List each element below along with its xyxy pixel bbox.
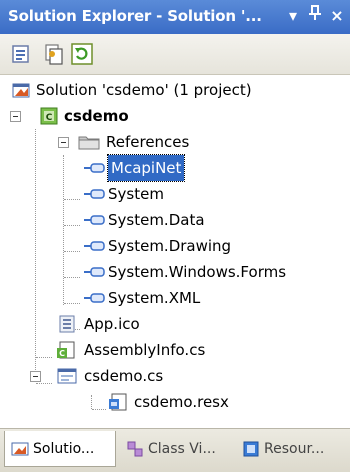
reference-label: System.Data [108,211,205,229]
class-view-icon [127,441,143,457]
auto-hide-pin-icon[interactable] [304,5,326,27]
collapse-toggle[interactable] [30,371,41,382]
tree-item-references[interactable]: References [0,129,350,155]
reference-icon [84,241,105,251]
svg-text:C: C [46,113,53,123]
show-all-files-button[interactable] [42,42,66,66]
reference-item[interactable]: McapiNet [0,154,350,182]
toolbar [0,34,350,75]
icon-file-icon [59,315,75,333]
reference-icon [84,189,105,199]
reference-label: McapiNet [106,154,186,182]
show-all-files-icon [45,44,63,65]
reference-item[interactable]: System.Drawing [0,233,350,259]
resource-view-icon [243,441,259,457]
file-label: AssemblyInfo.cs [84,341,206,359]
file-label: csdemo.cs [84,367,164,385]
reference-icon [84,215,105,225]
tab-label: Resour... [264,441,325,457]
tab-label: Class Vi... [148,441,216,457]
solution-label: Solution 'csdemo' (1 project) [36,81,252,99]
solution-explorer-window: Solution Explorer - Solution '... ▾ × So… [0,0,350,472]
project-label: csdemo [64,107,129,125]
reference-icon [84,293,105,303]
folder-icon [78,136,100,150]
close-button[interactable]: × [326,5,348,27]
window-position-dropdown[interactable]: ▾ [282,5,304,27]
file-label: csdemo.resx [134,393,229,411]
reference-item[interactable]: System.XML [0,285,350,311]
tab-solution-explorer[interactable]: Solutio... [4,431,116,467]
reference-label: System.Windows.Forms [108,263,287,281]
file-item-app-ico[interactable]: App.ico [0,311,350,337]
tab-class-view[interactable]: Class Vi... [120,431,232,467]
tree-item-project[interactable]: C csdemo [0,103,350,129]
reference-label: System [108,185,164,203]
collapse-toggle[interactable] [10,111,21,122]
reference-item[interactable]: System.Windows.Forms [0,259,350,285]
reference-label: System.XML [108,289,201,307]
title-bar: Solution Explorer - Solution '... ▾ × [0,0,350,34]
resx-file-icon [109,393,127,411]
reference-item[interactable]: System.Data [0,207,350,233]
tab-label: Solutio... [33,441,95,457]
csharp-project-icon: C [40,107,58,125]
file-item-csdemo-resx[interactable]: csdemo.resx [0,389,350,415]
tab-resource-view[interactable]: Resour... [236,431,348,467]
file-item-csdemo-cs[interactable]: csdemo.cs [0,363,350,389]
properties-icon [12,45,29,63]
solution-explorer-icon [11,442,29,456]
refresh-button[interactable] [70,42,94,66]
properties-button[interactable] [10,42,34,66]
reference-item[interactable]: System [0,181,350,207]
window-title: Solution Explorer - Solution '... [8,7,262,25]
collapse-toggle[interactable] [58,137,69,148]
bottom-tab-strip: Solutio... Class Vi... Resour... [0,428,350,472]
svg-text:C: C [59,349,65,358]
form-file-icon [57,368,77,384]
solution-icon [12,83,30,98]
reference-icon [84,163,105,173]
references-label: References [106,133,190,151]
file-item-assemblyinfo[interactable]: C AssemblyInfo.cs [0,337,350,363]
file-label: App.ico [84,315,140,333]
solution-tree: Solution 'csdemo' (1 project) C csdemo R… [0,75,350,425]
cs-file-icon: C [57,341,75,359]
refresh-icon [71,43,93,65]
tree-item-solution[interactable]: Solution 'csdemo' (1 project) [0,77,350,103]
reference-label: System.Drawing [108,237,232,255]
reference-icon [84,267,105,277]
